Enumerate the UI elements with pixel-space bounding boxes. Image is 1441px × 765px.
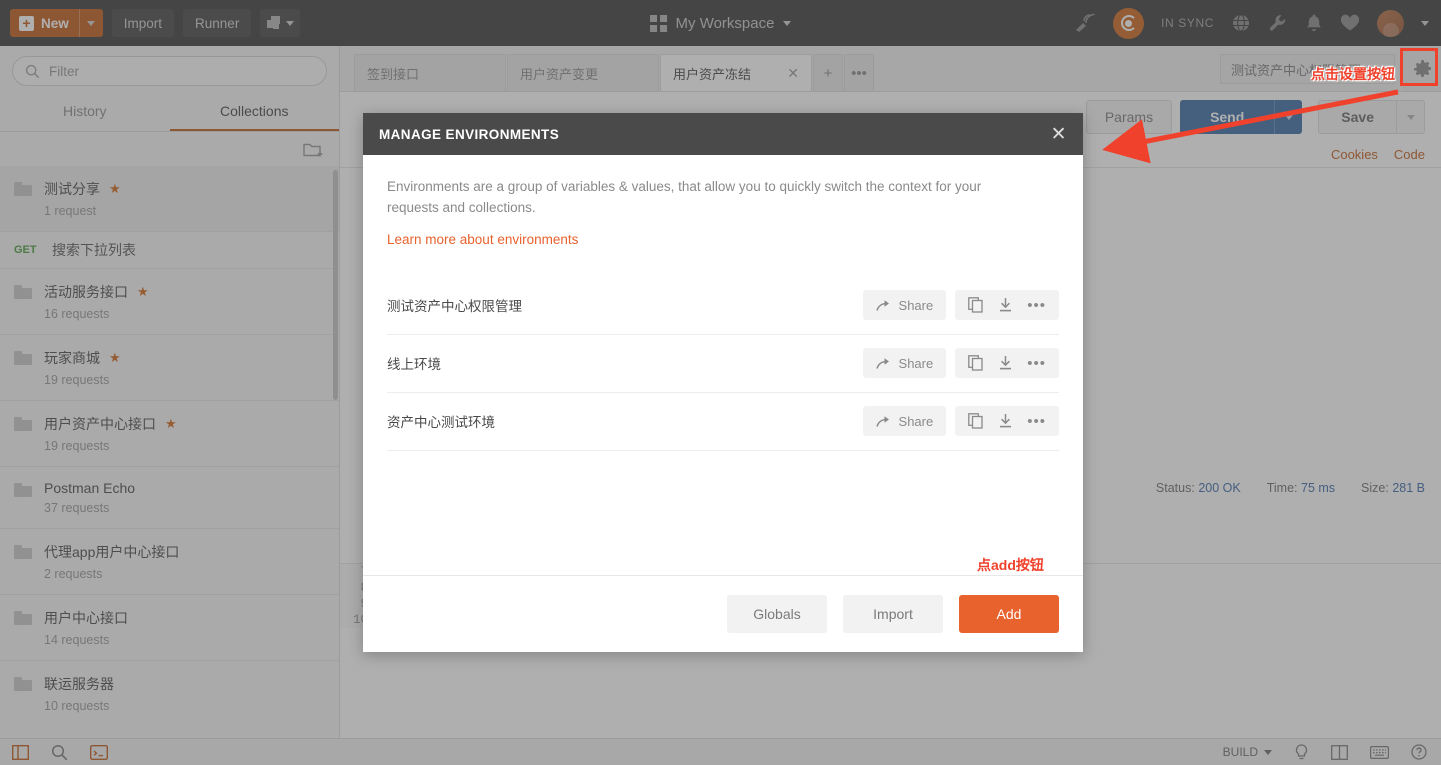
modal-footer: Globals Import Add <box>363 575 1083 652</box>
environment-controls: Share ••• <box>862 406 1059 437</box>
share-icon <box>875 298 891 313</box>
download-icon[interactable] <box>998 297 1013 313</box>
download-icon[interactable] <box>998 355 1013 371</box>
environment-name: 资产中心测试环境 <box>387 415 495 431</box>
close-icon[interactable]: ✕ <box>1051 125 1067 144</box>
environment-controls: Share ••• <box>862 290 1059 321</box>
environment-icon-group: ••• <box>955 290 1059 321</box>
more-options-icon[interactable]: ••• <box>1027 414 1046 429</box>
environments-list: 测试资产中心权限管理 Share ••• 线上环境 Share ••• 资产中心测试环境 Sh… <box>387 277 1059 451</box>
environment-icon-group: ••• <box>955 348 1059 379</box>
more-options-icon[interactable]: ••• <box>1027 298 1046 313</box>
modal-body: Environments are a group of variables & … <box>363 155 1083 575</box>
share-icon <box>875 414 891 429</box>
environment-row[interactable]: 线上环境 Share ••• <box>387 335 1059 393</box>
environment-name: 测试资产中心权限管理 <box>387 299 522 315</box>
share-label: Share <box>898 297 934 313</box>
learn-more-link[interactable]: Learn more about environments <box>387 232 578 247</box>
share-button[interactable]: Share <box>862 290 947 321</box>
environment-icon-group: ••• <box>955 406 1059 437</box>
globals-button[interactable]: Globals <box>727 595 827 633</box>
share-label: Share <box>898 413 934 429</box>
environment-row[interactable]: 资产中心测试环境 Share ••• <box>387 393 1059 451</box>
share-button[interactable]: Share <box>862 406 947 437</box>
modal-description: Environments are a group of variables & … <box>387 179 982 215</box>
add-button[interactable]: Add <box>959 595 1059 633</box>
modal-header: MANAGE ENVIRONMENTS ✕ <box>363 113 1083 155</box>
duplicate-icon[interactable] <box>968 413 984 429</box>
share-label: Share <box>898 355 934 371</box>
duplicate-icon[interactable] <box>968 355 984 371</box>
duplicate-icon[interactable] <box>968 297 984 313</box>
postman-window: + New Import Runner My Workspace IN SYNC <box>0 0 1441 765</box>
share-icon <box>875 356 891 371</box>
annotation-add: 点add按钮 <box>977 557 1044 573</box>
environment-row[interactable]: 测试资产中心权限管理 Share ••• <box>387 277 1059 335</box>
environment-name: 线上环境 <box>387 357 441 373</box>
download-icon[interactable] <box>998 413 1013 429</box>
environment-controls: Share ••• <box>862 348 1059 379</box>
manage-environments-modal: MANAGE ENVIRONMENTS ✕ Environments are a… <box>363 113 1083 652</box>
import-button[interactable]: Import <box>843 595 943 633</box>
share-button[interactable]: Share <box>862 348 947 379</box>
annotation-gear: 点击设置按钮 <box>1311 66 1395 82</box>
more-options-icon[interactable]: ••• <box>1027 356 1046 371</box>
modal-title: MANAGE ENVIRONMENTS <box>379 126 560 142</box>
